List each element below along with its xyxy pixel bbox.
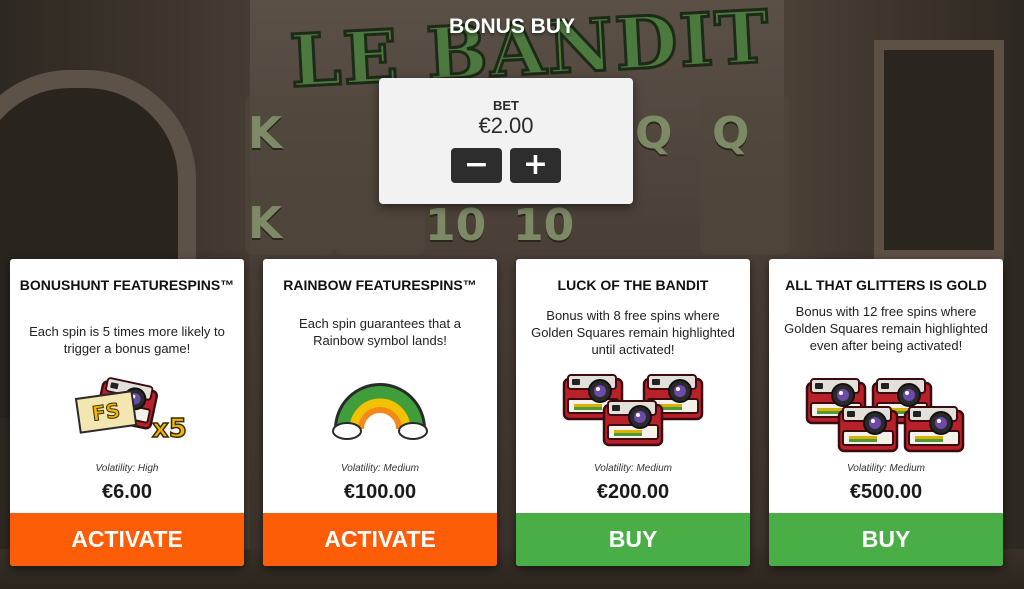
bet-increase-button[interactable]: + — [510, 148, 561, 183]
card-title: LUCK OF THE BANDIT — [557, 277, 709, 293]
three-cameras-icon — [516, 369, 750, 454]
card-volatility: Volatility: High — [95, 463, 159, 474]
card-description: Bonus with 12 free spins where Golden Sq… — [784, 304, 988, 353]
card-description: Bonus with 8 free spins where Golden Squ… — [531, 308, 735, 357]
card-title: ALL THAT GLITTERS IS GOLD — [785, 277, 987, 293]
bonus-buy-title: BONUS BUY — [448, 15, 575, 38]
bet-value: €2.00 — [478, 113, 534, 138]
bet-decrease-button[interactable]: − — [451, 148, 502, 183]
card-price: €500.00 — [849, 481, 923, 503]
bet-controls: − + — [379, 148, 633, 183]
bonus-card-rainbow: RAINBOW FEATURESPINS™ Each spin guarante… — [263, 259, 497, 566]
svg-text:FS: FS — [91, 398, 122, 426]
reel-symbol: K — [248, 198, 283, 249]
card-price: €200.00 — [596, 481, 670, 503]
reel-symbol: 10 — [425, 200, 487, 251]
four-cameras-icon — [769, 375, 1003, 460]
bonus-card-luck-of-the-bandit: LUCK OF THE BANDIT Bonus with 8 free spi… — [516, 259, 750, 566]
reel-symbol: K — [248, 108, 283, 159]
reel-symbol: 10 — [513, 200, 575, 251]
activate-button[interactable]: ACTIVATE — [263, 513, 497, 566]
background-window — [874, 40, 1004, 260]
card-title: RAINBOW FEATURESPINS™ — [283, 277, 477, 293]
reel-symbol: Q — [712, 108, 750, 159]
card-price: €6.00 — [101, 481, 153, 503]
card-description: Each spin is 5 times more likely to trig… — [29, 324, 225, 356]
buy-button[interactable]: BUY — [516, 513, 750, 566]
fs-x5-camera-icon: FS x5 — [10, 371, 244, 456]
bet-panel: BET €2.00 − + — [379, 78, 633, 204]
bonus-card-bonushunt: BONUSHUNT FEATURESPINS™ Each spin is 5 t… — [10, 259, 244, 566]
rainbow-icon — [263, 371, 497, 446]
card-volatility: Volatility: Medium — [847, 463, 925, 474]
card-volatility: Volatility: Medium — [341, 463, 419, 474]
svg-text:x5: x5 — [152, 414, 187, 444]
card-volatility: Volatility: Medium — [594, 463, 672, 474]
card-description: Each spin guarantees that a Rainbow symb… — [299, 316, 461, 348]
reel-symbol: Q — [635, 108, 673, 159]
buy-button[interactable]: BUY — [769, 513, 1003, 566]
bonus-card-all-that-glitters: ALL THAT GLITTERS IS GOLD Bonus with 12 … — [769, 259, 1003, 566]
activate-button[interactable]: ACTIVATE — [10, 513, 244, 566]
card-title: BONUSHUNT FEATURESPINS™ — [19, 277, 235, 293]
bet-label: BET — [493, 98, 519, 113]
card-price: €100.00 — [343, 481, 417, 503]
